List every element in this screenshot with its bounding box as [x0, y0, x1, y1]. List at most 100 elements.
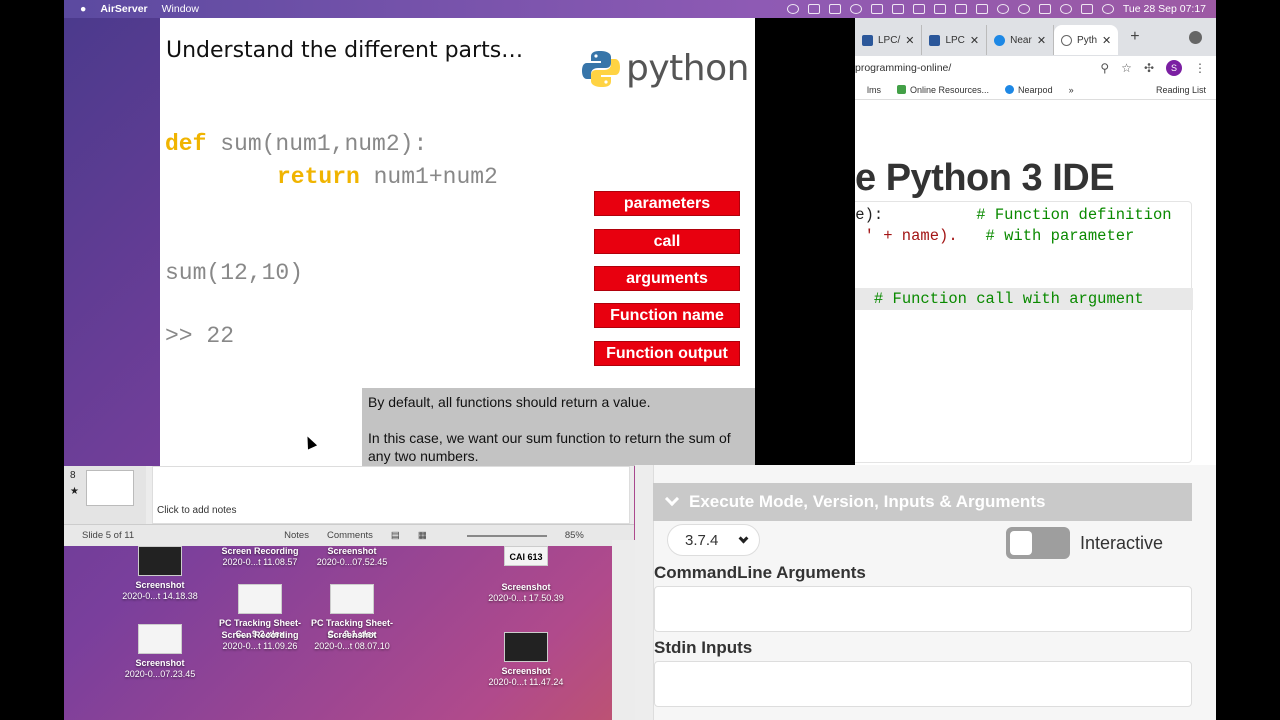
accessibility-icon[interactable] — [849, 4, 862, 14]
label-parameters[interactable]: parameters — [594, 191, 740, 216]
python-icon — [1061, 34, 1073, 46]
file-name: Screenshot — [327, 546, 377, 556]
more-menu-icon[interactable]: ⋮ — [1194, 61, 1206, 75]
tab-label: LPC — [945, 34, 965, 46]
reading-list[interactable]: Reading List — [1156, 85, 1216, 95]
cloud-icon[interactable] — [807, 4, 820, 14]
editor-line: . # Function call with argument — [855, 290, 1144, 308]
new-tab-button[interactable]: + — [1130, 28, 1139, 46]
tab-nearpod[interactable]: Near ✕ — [987, 25, 1055, 55]
record-icon[interactable] — [786, 4, 799, 14]
bookmark-nearpod[interactable]: Nearpod — [1005, 85, 1053, 95]
slide-title: Understand the different parts… — [166, 38, 524, 63]
normal-view-icon[interactable]: ▤ — [391, 530, 400, 541]
sync-icon[interactable] — [870, 4, 883, 14]
file-date: 2020-0...t 11.47.24 — [488, 677, 564, 687]
keyboard-icon[interactable] — [1038, 4, 1051, 14]
menu-window[interactable]: Window — [162, 3, 199, 15]
desktop-file-icon[interactable]: Screenshot 2020-0...t 14.18.38 — [110, 546, 210, 602]
star-icon: ★ — [70, 486, 79, 497]
notes-area[interactable]: Click to add notes — [152, 466, 630, 524]
code-comment: # Function call with argument — [873, 290, 1144, 308]
search-icon[interactable] — [1059, 4, 1072, 14]
address-bar[interactable]: programming-online/ ⚲ ☆ ✣ S ⋮ — [855, 56, 1216, 80]
tab-label: Pyth — [1077, 34, 1098, 46]
url-text[interactable]: programming-online/ — [855, 62, 951, 74]
profile-avatar[interactable]: S — [1166, 60, 1182, 76]
tab-bar: LPC/ ✕ LPC ✕ Near ✕ Pyth ✕ + — [855, 18, 1216, 56]
return-keyword: return — [277, 164, 360, 190]
return-expression: num1+num2 — [359, 164, 498, 190]
zoom-icon[interactable]: ⚲ — [1100, 61, 1109, 75]
page-title: e Python 3 IDE — [855, 157, 1115, 199]
code-text: o ' + name). — [855, 227, 958, 245]
label-function-output[interactable]: Function output — [594, 341, 740, 366]
cmdline-args-label: CommandLine Arguments — [654, 563, 866, 582]
file-name: Screen Recording — [221, 546, 299, 556]
control-center-icon[interactable] — [1080, 4, 1093, 14]
desktop-file-icon[interactable]: Screen Recording 2020-0...t 11.08.57 — [210, 546, 310, 568]
comments-button[interactable]: Comments — [327, 530, 373, 541]
desktop-file-icon[interactable]: Screen Recording 2020-0...t 11.09.26 — [210, 630, 310, 652]
volume-icon[interactable] — [933, 4, 946, 14]
code-comment: # with parameter — [985, 227, 1135, 245]
notes-placeholder: Click to add notes — [157, 505, 237, 516]
execute-mode-header[interactable]: Execute Mode, Version, Inputs & Argument… — [653, 483, 1192, 521]
battery-icon[interactable] — [954, 4, 967, 14]
shield-icon[interactable] — [891, 4, 904, 14]
apple-icon[interactable]: ● — [80, 3, 86, 15]
file-thumbnail-icon: CAI 613 — [504, 546, 548, 566]
menu-app-name[interactable]: AirServer — [100, 3, 147, 15]
desktop-file-icon[interactable]: Screenshot 2020-0...07.52.45 — [302, 546, 402, 568]
menu-clock[interactable]: Tue 28 Sep 07:17 — [1123, 3, 1206, 15]
cmdline-args-input[interactable] — [654, 586, 1192, 632]
desktop-file-icon[interactable]: Screenshot 2020-0...t 11.47.24 — [476, 632, 576, 688]
tab-search-icon[interactable] — [1189, 30, 1202, 44]
file-date: 2020-0...07.23.45 — [124, 669, 196, 679]
label-arguments[interactable]: arguments — [594, 266, 740, 291]
extensions-icon[interactable]: ✣ — [1144, 61, 1154, 75]
tab-python[interactable]: Pyth ✕ — [1054, 25, 1119, 55]
close-icon[interactable]: ✕ — [970, 34, 979, 47]
slide-thumbnail[interactable] — [86, 470, 134, 506]
def-keyword: def — [165, 131, 207, 157]
bookmark-icon — [897, 85, 906, 94]
tab-lpc-1[interactable]: LPC/ ✕ — [855, 25, 923, 55]
python-snake-icon — [582, 50, 620, 87]
bookmark-star-icon[interactable]: ☆ — [1121, 61, 1132, 75]
file-date: 2020-0...t 17.50.39 — [488, 593, 564, 603]
interactive-toggle[interactable] — [1006, 527, 1070, 559]
close-icon[interactable]: ✕ — [1102, 34, 1111, 47]
chevron-down-icon — [664, 491, 680, 507]
label-call[interactable]: call — [594, 229, 740, 254]
siri-icon[interactable] — [1101, 4, 1114, 14]
notes-button[interactable]: Notes — [284, 530, 309, 541]
file-name: Screenshot — [135, 658, 185, 668]
version-select[interactable]: 3.7.4 — [667, 524, 760, 556]
tab-lpc-2[interactable]: LPC ✕ — [922, 25, 988, 55]
slide-thumbnails[interactable]: 8 ★ — [64, 466, 146, 524]
desktop-file-icon[interactable]: Screenshot 2020-0...07.23.45 — [110, 624, 210, 680]
slide-sorter-icon[interactable]: ▦ — [418, 530, 427, 541]
display-icon[interactable] — [828, 4, 841, 14]
mouse-cursor-icon — [302, 434, 318, 450]
bookmark-lms[interactable]: lms — [867, 85, 881, 95]
ide-settings-panel: Execute Mode, Version, Inputs & Argument… — [635, 465, 1216, 720]
more-bookmarks-icon[interactable]: » — [1069, 85, 1074, 95]
bluetooth-icon[interactable] — [912, 4, 925, 14]
reading-list-label: Reading List — [1155, 84, 1206, 95]
label-function-name[interactable]: Function name — [594, 303, 740, 328]
bookmark-online-resources[interactable]: Online Resources... — [897, 85, 989, 95]
desktop-file-icon[interactable]: Screenshot 2020-0...t 17.50.39 — [476, 582, 576, 604]
zoom-slider[interactable] — [466, 534, 547, 537]
user-icon[interactable] — [996, 4, 1009, 14]
stdin-inputs-input[interactable] — [654, 661, 1192, 707]
zoom-level: 85% — [564, 530, 584, 541]
time-machine-icon[interactable] — [1017, 4, 1030, 14]
code-editor[interactable]: me): # Function definition o ' + name). … — [855, 201, 1193, 463]
close-icon[interactable]: ✕ — [1037, 34, 1046, 47]
wifi-icon[interactable] — [975, 4, 988, 14]
desktop-file-icon[interactable]: CAI 613 — [476, 546, 576, 570]
close-icon[interactable]: ✕ — [905, 34, 914, 47]
desktop-file-icon[interactable]: Screenshot 2020-0...t 08.07.10 — [302, 630, 402, 652]
